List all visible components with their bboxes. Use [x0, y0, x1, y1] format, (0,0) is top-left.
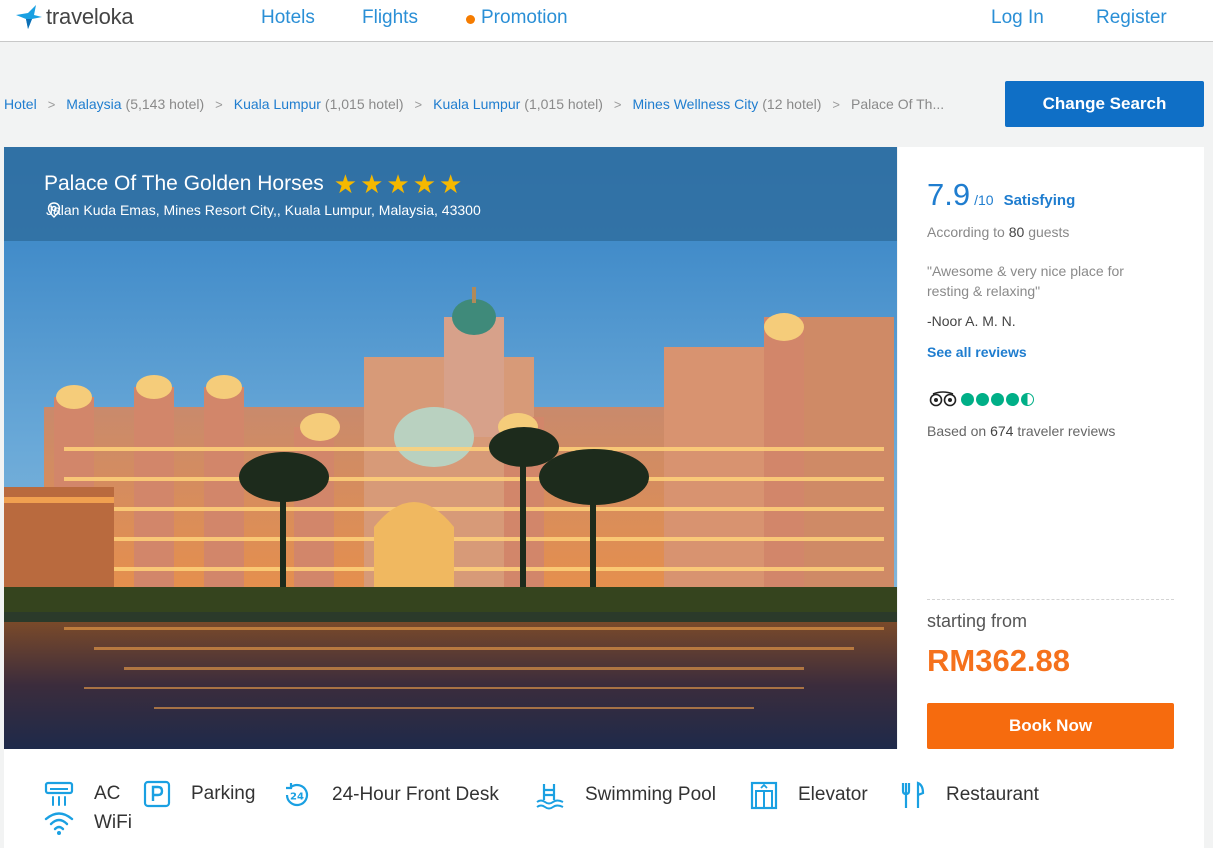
change-search-button[interactable]: Change Search: [1005, 81, 1204, 127]
restaurant-icon: [901, 781, 925, 808]
tripadvisor-based-on: Based on 674 traveler reviews: [927, 423, 1115, 439]
breadcrumb-kuala-lumpur-state[interactable]: Kuala Lumpur: [234, 96, 321, 112]
traveloka-logo[interactable]: traveloka: [14, 3, 134, 31]
elevator-icon: [750, 781, 778, 810]
star-icon: ★: [333, 169, 358, 199]
star-icon: ★: [412, 169, 437, 199]
logo-text: traveloka: [46, 4, 134, 29]
nav-flights[interactable]: Flights: [362, 7, 418, 29]
facility-label: AC: [94, 783, 121, 804]
parking-icon: [143, 780, 171, 808]
facility-label: Elevator: [798, 784, 868, 805]
breadcrumb-mines-wellness-city[interactable]: Mines Wellness City: [632, 96, 758, 112]
based-suffix: traveler reviews: [1017, 423, 1116, 439]
tripadvisor-bubble-icon: [976, 392, 989, 406]
bird-logo-icon: [16, 5, 42, 29]
facility-label: Swimming Pool: [585, 784, 716, 805]
facility-label: WiFi: [94, 812, 132, 833]
breadcrumb-malaysia[interactable]: Malaysia: [66, 96, 121, 112]
nav-promotion[interactable]: Promotion: [466, 7, 568, 29]
facility-parking: Parking: [143, 780, 255, 808]
according-to-guests: According to 80 guests: [927, 224, 1069, 240]
breadcrumb-count: (5,143 hotel): [125, 96, 205, 112]
facility-restaurant: Restaurant: [898, 780, 1039, 810]
star-icon: ★: [360, 169, 384, 199]
book-now-button[interactable]: Book Now: [927, 703, 1174, 749]
breadcrumb-count: (12 hotel): [762, 96, 822, 112]
rating-score: 7.9: [927, 177, 971, 212]
star-icon: ★: [386, 169, 410, 199]
breadcrumb-separator: >: [215, 96, 223, 112]
traveler-review-count: 674: [990, 423, 1014, 439]
hotel-address: Jalan Kuda Emas, Mines Resort City,, Kua…: [46, 202, 481, 218]
breadcrumb-separator: >: [613, 96, 622, 112]
tripadvisor-bubble-icon: [961, 392, 974, 406]
nav-promotion-label: Promotion: [481, 7, 568, 28]
guest-count: 80: [1008, 224, 1025, 240]
facility-elevator: Elevator: [750, 780, 868, 810]
breadcrumb-count: (1,015 hotel): [524, 96, 603, 112]
promotion-dot-icon: [466, 14, 475, 24]
tripadvisor-bubble-icon: [991, 392, 1004, 406]
breadcrumb-kuala-lumpur-city[interactable]: Kuala Lumpur: [433, 96, 520, 112]
login-link[interactable]: Log In: [991, 7, 1044, 29]
facilities-bar: AC Parking 24 24-Hour Front Desk Swimmin…: [4, 749, 1204, 848]
facility-ac: AC: [44, 780, 120, 808]
breadcrumb: Hotel > Malaysia (5,143 hotel) > Kuala L…: [4, 96, 944, 112]
based-prefix: Based on: [927, 423, 987, 439]
swimming-pool-icon: [536, 784, 564, 810]
according-prefix: According to: [927, 224, 1005, 240]
top-nav-bar: traveloka Hotels Flights Promotion Log I…: [0, 0, 1213, 42]
breadcrumb-separator: >: [47, 96, 56, 112]
breadcrumb-separator: >: [832, 96, 841, 112]
location-pin-icon: [47, 202, 61, 218]
rating-price-card: 7.9 /10 Satisfying According to 80 guest…: [898, 147, 1204, 749]
rating-out-of: /10: [974, 192, 994, 208]
address-text: Jalan Kuda Emas, Mines Resort City,, Kua…: [46, 202, 481, 218]
24-hour-icon: 24: [285, 783, 309, 807]
breadcrumb-current: Palace Of Th...: [851, 96, 945, 112]
facility-front-desk: 24 24-Hour Front Desk: [282, 780, 499, 810]
see-all-reviews-link[interactable]: See all reviews: [927, 344, 1027, 360]
review-quote: "Awesome & very nice place for resting &…: [927, 263, 1124, 299]
facility-pool: Swimming Pool: [535, 780, 716, 810]
tripadvisor-owl-icon: [929, 391, 957, 407]
facility-label: 24-Hour Front Desk: [332, 784, 499, 805]
breadcrumb-hotel[interactable]: Hotel: [4, 96, 37, 112]
breadcrumb-count: (1,015 hotel): [324, 96, 404, 112]
tripadvisor-bubble-icon: [1006, 392, 1019, 406]
svg-text:24: 24: [290, 792, 304, 803]
rating-word: Satisfying: [1003, 192, 1076, 209]
register-link[interactable]: Register: [1096, 7, 1167, 29]
facility-wifi: WiFi: [44, 810, 132, 836]
breadcrumb-separator: >: [414, 96, 423, 112]
nav-hotels[interactable]: Hotels: [261, 7, 315, 29]
hotel-name-row: Palace Of The Golden Horses ★ ★ ★ ★ ★: [44, 171, 465, 197]
according-suffix: guests: [1028, 224, 1070, 240]
reviewer-name: -Noor A. M. N.: [927, 313, 1016, 329]
ac-icon: [44, 781, 74, 806]
tripadvisor-bubble-icon: [1021, 392, 1034, 406]
tripadvisor-rating: [929, 391, 1036, 407]
hotel-photo[interactable]: Palace Of The Golden Horses ★ ★ ★ ★ ★ Ja…: [4, 147, 897, 749]
score-row: 7.9 /10 Satisfying: [927, 177, 1075, 213]
hotel-name: Palace Of The Golden Horses: [44, 172, 324, 195]
wifi-icon: [44, 812, 74, 835]
starting-from-label: starting from: [927, 611, 1028, 631]
facility-label: Parking: [191, 783, 256, 804]
photo-header-overlay: Palace Of The Golden Horses ★ ★ ★ ★ ★ Ja…: [4, 147, 897, 241]
star-icon: ★: [439, 169, 463, 199]
facility-label: Restaurant: [946, 784, 1039, 805]
star-rating: ★ ★ ★ ★ ★: [334, 171, 466, 197]
price-divider: [927, 599, 1174, 600]
price: RM362.88: [927, 643, 1071, 678]
